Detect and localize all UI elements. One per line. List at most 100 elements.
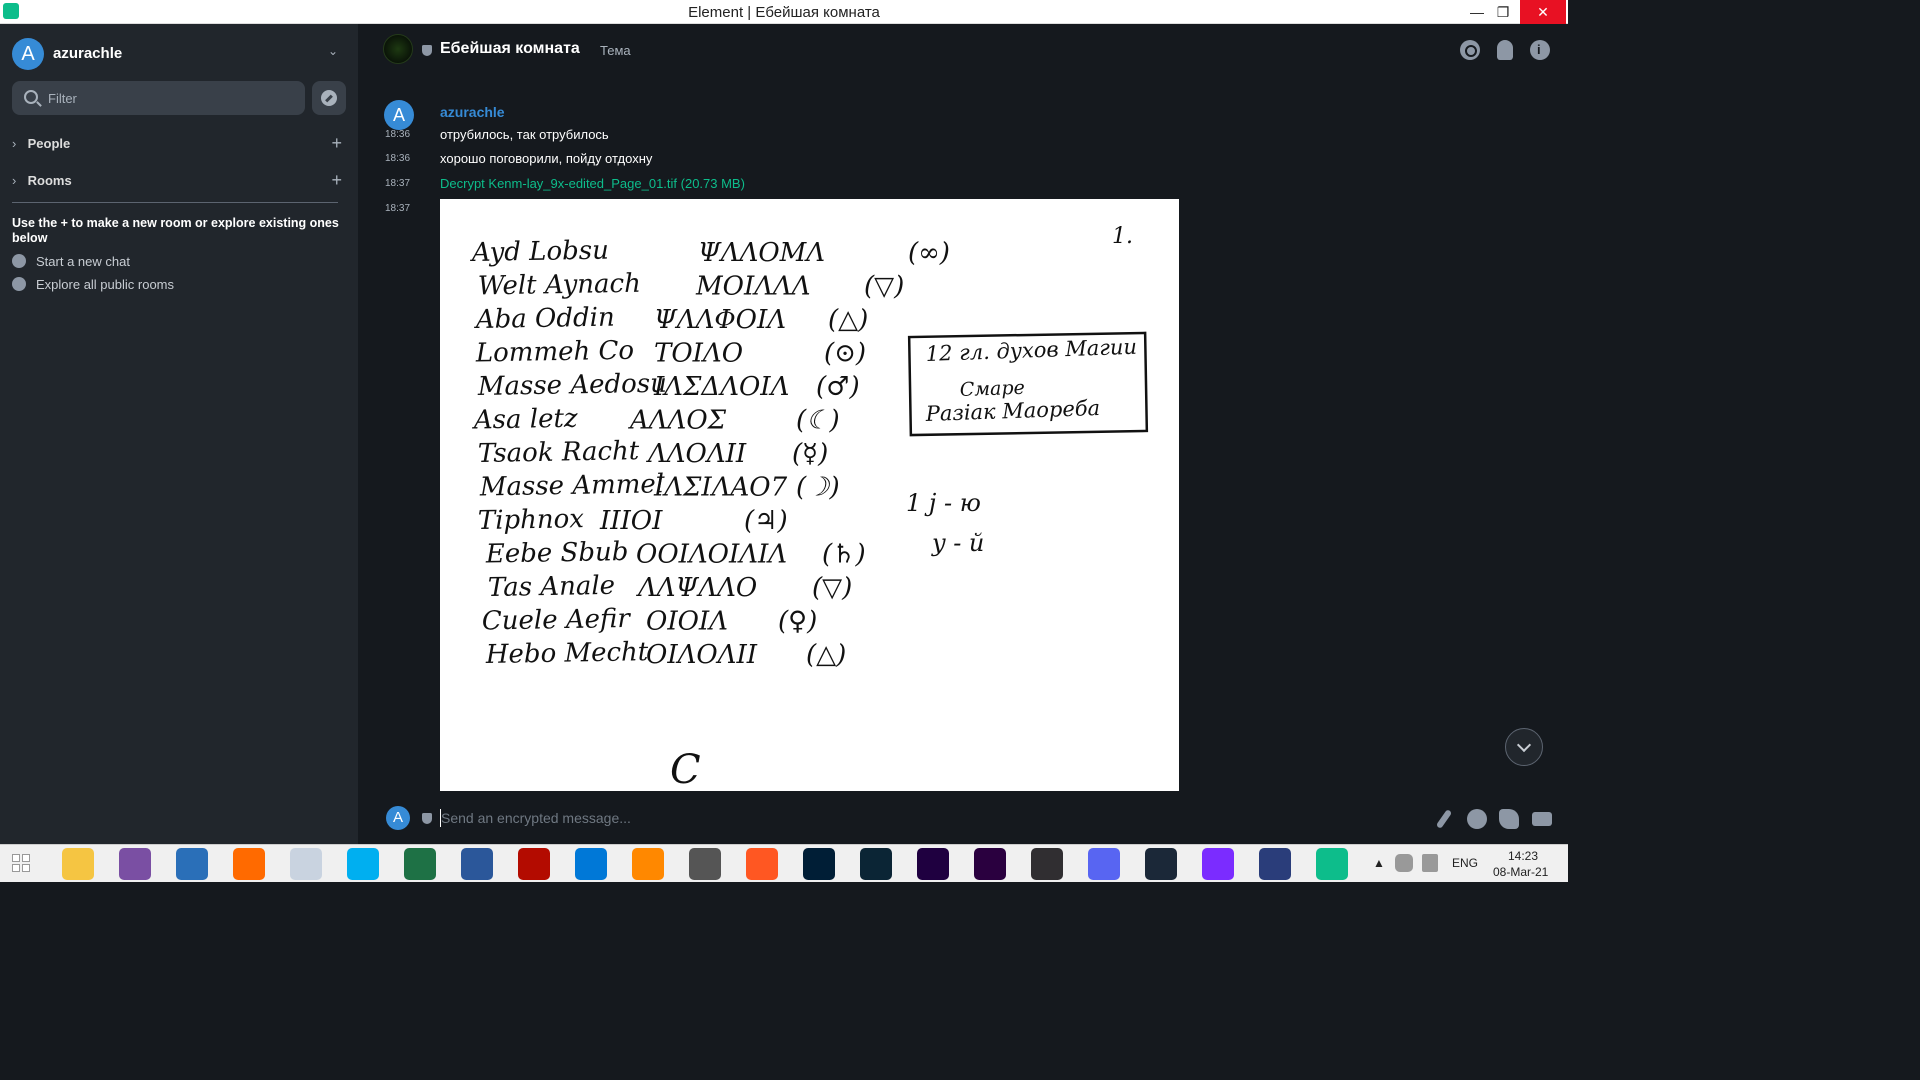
show-hidden-icons-button[interactable]: ▲ xyxy=(1373,856,1385,870)
taskbar-skype-icon[interactable] xyxy=(347,848,379,880)
room-filter[interactable] xyxy=(12,81,305,115)
info-icon[interactable] xyxy=(1530,40,1550,60)
clock-time[interactable]: 14:23 xyxy=(1508,849,1538,863)
message-text: отрубилось, так отрубилось xyxy=(440,127,609,142)
section-rooms-label: Rooms xyxy=(27,173,72,188)
add-room-button[interactable]: + xyxy=(331,170,342,191)
taskbar-sublime-icon[interactable] xyxy=(746,848,778,880)
sender-avatar[interactable]: A xyxy=(384,100,414,130)
box-line: 12 гл. духов Магии xyxy=(925,335,1137,366)
bell-icon[interactable] xyxy=(1497,40,1513,60)
emoji-icon[interactable] xyxy=(1467,809,1487,829)
explore-rooms-button[interactable] xyxy=(312,81,346,115)
taskbar-vlc-icon[interactable] xyxy=(632,848,664,880)
taskbar-downloader-icon[interactable] xyxy=(689,848,721,880)
section-rooms[interactable]: › Rooms + xyxy=(12,170,346,193)
message-timestamp: 18:36 xyxy=(385,129,411,140)
cipher-glyphs: ΑΛΛΟΣ xyxy=(628,406,727,436)
handwritten-name: Lommeh Co xyxy=(475,336,635,369)
handwritten-name: Eebe Sbub xyxy=(485,537,629,570)
taskbar-firefox-icon[interactable] xyxy=(233,848,265,880)
cipher-glyphs: ΛΛΟΛΙΙ xyxy=(646,439,747,469)
sender-name[interactable]: azurachle xyxy=(440,104,505,120)
chevron-down-icon[interactable]: ⌄ xyxy=(328,44,338,58)
planet-symbol: (♃) xyxy=(744,506,788,536)
taskbar-steam-icon[interactable] xyxy=(1145,848,1177,880)
start-button[interactable] xyxy=(8,848,40,880)
clock-date[interactable]: 08-Mar-21 xyxy=(1493,865,1548,879)
phone-icon[interactable] xyxy=(1499,809,1519,829)
cipher-glyphs: ΤΟΙΛΟ xyxy=(654,339,743,369)
room-avatar[interactable] xyxy=(383,34,413,64)
search-icon[interactable] xyxy=(1460,40,1480,60)
network-icon[interactable] xyxy=(1395,854,1413,872)
taskbar-element-icon[interactable] xyxy=(1316,848,1348,880)
footer-glyph: C xyxy=(670,747,701,791)
taskbar-vscode-icon[interactable] xyxy=(575,848,607,880)
chevron-right-icon[interactable]: › xyxy=(12,173,24,188)
add-person-button[interactable]: + xyxy=(331,133,342,154)
cipher-glyphs: ΙΛΣΙΛΑΟ7 xyxy=(653,473,788,503)
section-people[interactable]: › People + xyxy=(12,133,346,156)
user-menu[interactable]: A azurachle ⌄ xyxy=(12,38,346,70)
taskbar-premiere-icon[interactable] xyxy=(974,848,1006,880)
windows-taskbar: ▲ ENG 14:23 08-Mar-21 xyxy=(0,844,1568,882)
message-input[interactable] xyxy=(440,809,1340,827)
taskbar-excel-icon[interactable] xyxy=(404,848,436,880)
explore-rooms-link[interactable]: Explore all public rooms xyxy=(12,277,174,292)
user-name: azurachle xyxy=(53,45,123,62)
handwritten-name: Cuele Aefir xyxy=(482,604,632,637)
planet-symbol: (☾) xyxy=(796,406,840,436)
taskbar-tor-icon[interactable] xyxy=(119,848,151,880)
message-image[interactable]: 1. Ayd Lobsu ΨΛΛΟΜΛ (∞) Welt Aynach ΜΟΙΛΛΛ (▽)… xyxy=(440,199,1179,791)
planet-symbol: (▽) xyxy=(812,573,852,603)
jump-to-bottom-button[interactable] xyxy=(1505,728,1543,766)
chat-bubble-icon xyxy=(12,254,26,268)
taskbar-photoshop-icon[interactable] xyxy=(803,848,835,880)
planet-symbol: (⊙) xyxy=(824,339,866,369)
paperclip-icon[interactable] xyxy=(1435,809,1453,829)
composer-avatar[interactable]: A xyxy=(386,806,410,830)
start-chat-label: Start a new chat xyxy=(36,254,130,269)
taskbar-discord-icon[interactable] xyxy=(1088,848,1120,880)
decrypt-file-link[interactable]: Decrypt Kenm-lay_9x-edited_Page_01.tif (… xyxy=(440,176,745,191)
user-avatar[interactable]: A xyxy=(12,38,44,70)
cipher-glyphs: ΟΟΙΛΟΙΛΙΛ xyxy=(636,540,787,570)
search-icon xyxy=(24,90,38,104)
box-line: Разіак Маореба xyxy=(924,396,1100,426)
taskbar-browser-icon[interactable] xyxy=(176,848,208,880)
page-number: 1. xyxy=(1112,224,1133,249)
cipher-glyphs: ΨΛΛΦΟΙΛ xyxy=(654,305,786,335)
taskbar-keepass-icon[interactable] xyxy=(1259,848,1291,880)
handwritten-name: Aba Oddin xyxy=(474,303,615,335)
window-titlebar: Element | Ебейшая комната — ❐ ✕ xyxy=(0,0,1568,24)
language-indicator[interactable]: ENG xyxy=(1452,856,1478,870)
box-line: Смарe xyxy=(959,377,1025,401)
handwritten-name: Ayd Lobsu xyxy=(470,236,609,268)
close-button[interactable]: ✕ xyxy=(1520,0,1566,24)
message-composer: A xyxy=(358,794,1568,844)
sidebar-divider xyxy=(12,202,338,203)
taskbar-cortana-ring-icon[interactable] xyxy=(1202,848,1234,880)
empty-rooms-hint: Use the + to make a new room or explore … xyxy=(12,216,339,245)
restore-button[interactable]: ❐ xyxy=(1486,0,1520,24)
taskbar-after-effects-icon[interactable] xyxy=(917,848,949,880)
taskbar-word-icon[interactable] xyxy=(461,848,493,880)
start-chat-link[interactable]: Start a new chat xyxy=(12,254,130,269)
cipher-glyphs: ΟΙΛΟΛΙΙ xyxy=(646,640,758,670)
filter-input[interactable] xyxy=(48,89,288,107)
taskbar-file-explorer-icon[interactable] xyxy=(62,848,94,880)
taskbar-lightroom-icon[interactable] xyxy=(860,848,892,880)
room-topic[interactable]: Тема xyxy=(600,43,631,58)
planet-symbol: (☽) xyxy=(796,473,840,503)
chevron-right-icon[interactable]: › xyxy=(12,136,24,151)
volume-icon[interactable] xyxy=(1422,854,1438,872)
planet-symbol: (♂) xyxy=(816,372,860,402)
room-name[interactable]: Ебейшая комната xyxy=(440,40,580,58)
taskbar-acrobat-icon[interactable] xyxy=(518,848,550,880)
section-people-label: People xyxy=(27,136,71,151)
handwritten-page-image: 1. Ayd Lobsu ΨΛΛΟΜΛ (∞) Welt Aynach ΜΟΙΛΛΛ (▽)… xyxy=(470,224,1149,791)
taskbar-obs-icon[interactable] xyxy=(1031,848,1063,880)
taskbar-moon-icon[interactable] xyxy=(290,848,322,880)
video-icon[interactable] xyxy=(1532,812,1552,826)
